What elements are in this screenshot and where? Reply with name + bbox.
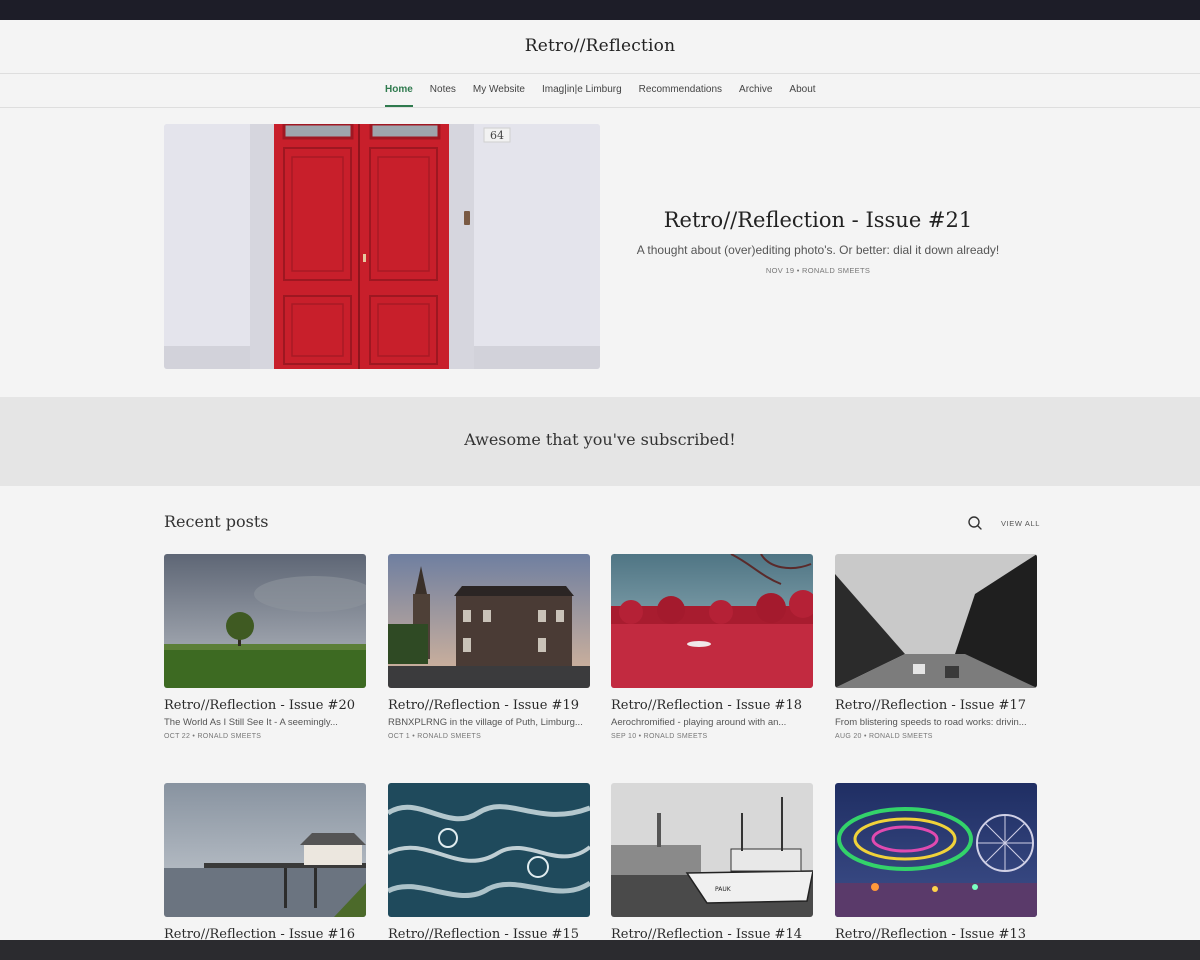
- post-thumbnail[interactable]: [164, 554, 366, 688]
- post-excerpt: The World As I Still See It - A seemingl…: [164, 717, 338, 728]
- featured-post-title[interactable]: Retro//Reflection - Issue #21: [600, 208, 1036, 232]
- post-date: AUG 20: [835, 733, 862, 740]
- recent-posts-heading: Recent posts: [164, 512, 269, 531]
- post-thumbnail[interactable]: PAUK: [611, 783, 813, 917]
- post-meta: OCT 22 • RONALD SMEETS: [164, 733, 262, 740]
- site-title[interactable]: Retro//Reflection: [0, 36, 1200, 56]
- post-meta: SEP 10 • RONALD SMEETS: [611, 733, 708, 740]
- post-title[interactable]: Retro//Reflection - Issue #20: [164, 698, 366, 713]
- post-excerpt: Aerochromified - playing around with an.…: [611, 717, 787, 728]
- post-card-issue-18[interactable]: Retro//Reflection - Issue #18 Aerochromi…: [611, 554, 813, 740]
- post-date: OCT 1: [388, 733, 410, 740]
- post-card-issue-15[interactable]: Retro//Reflection - Issue #15: [388, 783, 590, 942]
- nav-item-my-website[interactable]: My Website: [473, 74, 525, 107]
- post-card-issue-13[interactable]: Retro//Reflection - Issue #13: [835, 783, 1037, 942]
- post-card-issue-20[interactable]: Retro//Reflection - Issue #20 The World …: [164, 554, 366, 740]
- featured-post-date: NOV 19: [765, 266, 795, 275]
- post-meta: AUG 20 • RONALD SMEETS: [835, 733, 933, 740]
- post-card-issue-19[interactable]: Retro//Reflection - Issue #19 RBNXPLRNG …: [388, 554, 590, 740]
- post-card-issue-17[interactable]: Retro//Reflection - Issue #17 From blist…: [835, 554, 1037, 740]
- nav-item-recommendations[interactable]: Recommendations: [639, 74, 722, 107]
- post-thumbnail[interactable]: [388, 554, 590, 688]
- post-thumbnail[interactable]: [611, 554, 813, 688]
- post-meta: OCT 1 • RONALD SMEETS: [388, 733, 482, 740]
- nav-item-home[interactable]: Home: [385, 74, 413, 107]
- post-excerpt: From blistering speeds to road works: dr…: [835, 717, 1027, 728]
- post-date: SEP 10: [611, 733, 637, 740]
- post-author: RONALD SMEETS: [197, 733, 262, 740]
- svg-text:PAUK: PAUK: [715, 886, 732, 893]
- view-all-link[interactable]: VIEW ALL: [1001, 519, 1040, 528]
- post-title[interactable]: Retro//Reflection - Issue #18: [611, 698, 813, 713]
- house-number: 64: [490, 129, 504, 142]
- site-header: Retro//Reflection: [0, 20, 1200, 74]
- search-icon: [968, 516, 982, 530]
- featured-post-meta: NOV 19 • RONALD SMEETS: [765, 266, 871, 275]
- subscribe-banner: Awesome that you've subscribed!: [0, 397, 1200, 486]
- browser-bottom-bar: [0, 940, 1200, 960]
- post-date: OCT 22: [164, 733, 191, 740]
- nav-item-archive[interactable]: Archive: [739, 74, 772, 107]
- post-thumbnail[interactable]: [164, 783, 366, 917]
- post-thumbnail[interactable]: [835, 554, 1037, 688]
- post-excerpt: RBNXPLRNG in the village of Puth, Limbur…: [388, 717, 583, 728]
- featured-post-author: RONALD SMEETS: [802, 266, 871, 275]
- post-title[interactable]: Retro//Reflection - Issue #19: [388, 698, 590, 713]
- post-title[interactable]: Retro//Reflection - Issue #17: [835, 698, 1037, 713]
- main-nav: Home Notes My Website Imag|in|e Limburg …: [0, 74, 1200, 108]
- featured-post-image[interactable]: 64: [164, 124, 600, 369]
- post-author: RONALD SMEETS: [643, 733, 708, 740]
- post-thumbnail[interactable]: [388, 783, 590, 917]
- post-thumbnail[interactable]: [835, 783, 1037, 917]
- nav-item-notes[interactable]: Notes: [430, 74, 456, 107]
- post-author: RONALD SMEETS: [868, 733, 933, 740]
- post-card-issue-14[interactable]: PAUK Retro//Reflection - Issue #14: [611, 783, 813, 942]
- browser-top-bar: [0, 0, 1200, 20]
- featured-post-subtitle: A thought about (over)editing photo's. O…: [636, 243, 1000, 257]
- nav-item-about[interactable]: About: [789, 74, 815, 107]
- subscribe-message: Awesome that you've subscribed!: [464, 430, 736, 449]
- nav-item-imagine-limburg[interactable]: Imag|in|e Limburg: [542, 74, 622, 107]
- post-card-issue-16[interactable]: Retro//Reflection - Issue #16: [164, 783, 366, 942]
- search-button[interactable]: [966, 514, 984, 532]
- post-author: RONALD SMEETS: [417, 733, 482, 740]
